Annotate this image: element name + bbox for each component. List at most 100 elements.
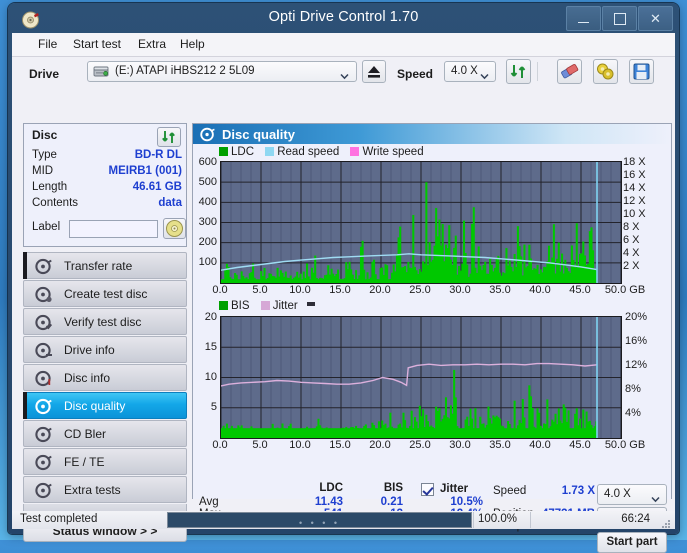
test-speed-select[interactable]: 4.0 X	[597, 484, 667, 505]
drive-select[interactable]: (E:) ATAPI iHBS212 2 5L09	[87, 61, 357, 82]
stats-col-jitter: Jitter	[440, 483, 468, 495]
eject-button[interactable]	[362, 60, 386, 83]
stats-speed-value: 1.73 X	[533, 485, 595, 497]
ytick-top: 200	[192, 236, 217, 248]
elapsed-time: 66:24	[621, 513, 650, 525]
ytick-top: 500	[192, 176, 217, 188]
refresh-button[interactable]	[506, 59, 531, 84]
sidebar-item-transfer-rate[interactable]: Transfer rate	[23, 252, 187, 279]
eraser-icon	[558, 60, 581, 83]
chevron-down-icon	[480, 67, 489, 85]
xtick-bottom: 30.0	[442, 439, 478, 451]
ytick-top: 600	[192, 156, 217, 168]
stats-speed-label: Speed	[493, 485, 526, 497]
close-button[interactable]: ✕	[638, 6, 673, 31]
minimize-button[interactable]	[566, 6, 601, 31]
xtick-top: 45.0	[562, 284, 598, 296]
window-controls: ✕	[565, 6, 673, 31]
page-title: Disc quality	[222, 127, 295, 142]
xtick-top: 15.0	[322, 284, 358, 296]
legend-swatch-read-speed	[265, 147, 274, 156]
legend-swatch-jitter	[261, 301, 270, 310]
charts-area: LDC Read speed Write speed 600 500 400 3…	[193, 144, 671, 499]
ytick2-top: 2 X	[623, 260, 640, 272]
chart-legend-top: LDC Read speed Write speed	[219, 146, 424, 158]
disc-quality-icon	[35, 398, 52, 415]
sidebar-item-label: Drive info	[64, 343, 115, 357]
status-bar: Test completed • • • • 100.0% 66:24	[12, 511, 675, 529]
legend-label-jitter: Jitter	[273, 300, 298, 312]
xtick-top: 40.0	[522, 284, 558, 296]
disc-row: Contents data	[32, 197, 182, 212]
xtick-top: 30.0	[442, 284, 478, 296]
legend-label-bis: BIS	[231, 300, 250, 312]
disc-label-key: Label	[32, 221, 60, 233]
disc-refresh-button[interactable]	[157, 127, 181, 147]
disc-row-value: 46.61 GB	[133, 181, 182, 193]
xtick-top: 5.0	[242, 284, 278, 296]
gears-icon	[594, 60, 617, 83]
menu-help[interactable]: Help	[176, 37, 209, 53]
menu-file[interactable]: File	[34, 37, 61, 53]
menu-start-test[interactable]: Start test	[69, 37, 125, 53]
speed-select[interactable]: 4.0 X	[444, 61, 496, 82]
settings-button[interactable]	[593, 59, 618, 84]
disc-row: Type BD-R DL	[32, 149, 182, 164]
ytick-top: 300	[192, 216, 217, 228]
xtick-bottom: 20.0	[362, 439, 398, 451]
sidebar-item-disc-info[interactable]: Disc info	[23, 364, 187, 391]
sidebar-item-create-test-disc[interactable]: Create test disc	[23, 280, 187, 307]
sidebar-item-label: Transfer rate	[64, 259, 132, 273]
floppy-save-icon	[630, 60, 653, 83]
ytick2-bottom: 12%	[625, 359, 647, 371]
maximize-button[interactable]	[602, 6, 637, 31]
sidebar-item-verify-test-disc[interactable]: Verify test disc	[23, 308, 187, 335]
ytick2-top: 10 X	[623, 208, 646, 220]
sidebar-item-fe-te[interactable]: FE / TE	[23, 448, 187, 475]
disc-label-input[interactable]	[69, 220, 158, 238]
sidebar-item-disc-quality[interactable]: Disc quality	[23, 392, 187, 419]
disc-quality-panel: Disc quality LDC Read speed Write speed …	[192, 123, 672, 499]
start-part-button[interactable]: Start part	[597, 532, 667, 553]
disc-label-pick-button[interactable]	[163, 218, 186, 239]
speed-value: 4.0 X	[451, 65, 478, 77]
ytick-bottom: 20	[192, 311, 217, 323]
refresh-icon	[158, 128, 180, 146]
sidebar-item-cd-bler[interactable]: CD Bler	[23, 420, 187, 447]
sidebar-item-drive-info[interactable]: Drive info	[23, 336, 187, 363]
disc-row-key: MID	[32, 165, 53, 177]
sidebar-item-extra-tests[interactable]: Extra tests	[23, 476, 187, 503]
ytick2-top: 14 X	[623, 182, 646, 194]
drive-info-icon	[35, 342, 52, 359]
disc-fete-icon	[35, 454, 52, 471]
stats-jitter-avg: 10.5%	[423, 496, 483, 508]
ytick-bottom: 10	[192, 371, 217, 383]
sidebar-item-label: CD Bler	[64, 427, 106, 441]
disc-label-caption: Label	[32, 221, 72, 236]
cd-disc-icon	[164, 219, 185, 238]
focus-marker	[23, 392, 27, 419]
ytick2-top: 8 X	[623, 221, 640, 233]
xtick-top: 35.0	[482, 284, 518, 296]
ytick2-top: 4 X	[623, 247, 640, 259]
save-button[interactable]	[629, 59, 654, 84]
sidebar-item-label: Extra tests	[64, 483, 121, 497]
xtick-top: 50.0 GB	[599, 284, 651, 296]
sidebar-item-label: Verify test disc	[64, 315, 141, 329]
speed-label: Speed	[397, 67, 433, 81]
drive-label: Drive	[29, 67, 59, 81]
sidebar-item-label: Disc quality	[64, 399, 125, 413]
ytick-top: 100	[192, 256, 217, 268]
xtick-bottom: 45.0	[562, 439, 598, 451]
menu-extra[interactable]: Extra	[134, 37, 170, 53]
jitter-checkbox[interactable]	[421, 483, 434, 496]
erase-button[interactable]	[557, 59, 582, 84]
legend-swatch-ldc	[219, 147, 228, 156]
chevron-down-icon	[651, 490, 660, 508]
ldc-chart-plot	[220, 161, 622, 284]
xtick-bottom: 10.0	[282, 439, 318, 451]
xtick-top: 20.0	[362, 284, 398, 296]
xtick-top: 0.0	[202, 284, 238, 296]
legend-swatch-marker	[307, 302, 315, 306]
resize-grip[interactable]	[660, 516, 671, 527]
